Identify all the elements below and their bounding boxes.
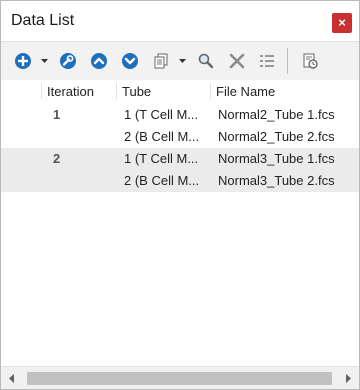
data-grid: Iteration Tube File Name 1 1 (T Cell M..… xyxy=(1,80,359,366)
find-button[interactable] xyxy=(196,51,216,71)
add-dropdown-icon xyxy=(40,58,48,63)
wrench-icon xyxy=(60,53,76,69)
scroll-left-button[interactable] xyxy=(5,371,19,385)
tube-cell: 2 (B Cell M... xyxy=(124,129,200,144)
copy-button[interactable] xyxy=(151,51,171,71)
grid-header: Iteration Tube File Name xyxy=(1,80,359,102)
add-button[interactable] xyxy=(13,51,33,71)
title-bar: Data List × xyxy=(1,1,359,41)
copy-dropdown-icon xyxy=(178,58,186,63)
table-row[interactable]: 1 1 (T Cell M... Normal2_Tube 1.fcs xyxy=(1,104,359,126)
copy-dropdown-button[interactable] xyxy=(177,51,187,71)
move-up-icon xyxy=(91,53,107,69)
search-icon xyxy=(198,53,214,69)
add-dropdown-button[interactable] xyxy=(39,51,49,71)
file-name-cell: Normal2_Tube 1.fcs xyxy=(218,107,335,122)
settings-button[interactable] xyxy=(58,51,78,71)
table-row[interactable]: 2 (B Cell M... Normal2_Tube 2.fcs xyxy=(1,126,359,148)
table-row[interactable]: 2 (B Cell M... Normal3_Tube 2.fcs xyxy=(1,170,359,192)
delete-icon xyxy=(229,53,245,69)
column-separator[interactable] xyxy=(41,83,42,99)
close-icon: × xyxy=(338,15,346,30)
iteration-cell: 2 xyxy=(53,151,61,166)
tube-cell: 1 (T Cell M... xyxy=(124,107,199,122)
move-up-button[interactable] xyxy=(89,51,109,71)
file-name-cell: Normal2_Tube 2.fcs xyxy=(218,129,335,144)
file-name-cell: Normal3_Tube 2.fcs xyxy=(218,173,335,188)
tube-cell: 2 (B Cell M... xyxy=(124,173,200,188)
scrollbar-thumb[interactable] xyxy=(27,372,332,385)
chevron-left-icon xyxy=(9,373,14,383)
column-header-iteration[interactable]: Iteration xyxy=(47,84,94,99)
toolbar xyxy=(1,41,359,81)
move-down-icon xyxy=(122,53,138,69)
horizontal-scrollbar[interactable] xyxy=(1,366,359,389)
column-header-tube[interactable]: Tube xyxy=(122,84,151,99)
clock-document-icon xyxy=(303,53,318,69)
file-name-cell: Normal3_Tube 1.fcs xyxy=(218,151,335,166)
list-button[interactable] xyxy=(257,51,277,71)
window-title: Data List xyxy=(11,12,75,29)
history-button[interactable] xyxy=(300,51,320,71)
delete-button[interactable] xyxy=(227,51,247,71)
column-header-file-name[interactable]: File Name xyxy=(216,84,275,99)
move-down-button[interactable] xyxy=(120,51,140,71)
table-row[interactable]: 2 1 (T Cell M... Normal3_Tube 1.fcs xyxy=(1,148,359,170)
toolbar-separator xyxy=(287,48,288,74)
tube-cell: 1 (T Cell M... xyxy=(124,151,199,166)
scroll-right-button[interactable] xyxy=(341,371,355,385)
data-list-window: Data List × Iteration Tube File Name 1 1… xyxy=(0,0,360,390)
add-icon xyxy=(15,53,31,69)
column-separator[interactable] xyxy=(116,83,117,99)
chevron-right-icon xyxy=(346,373,351,383)
column-separator[interactable] xyxy=(210,83,211,99)
list-icon xyxy=(260,55,274,67)
copy-icon xyxy=(154,53,168,69)
iteration-cell: 1 xyxy=(53,107,61,122)
close-button[interactable]: × xyxy=(332,13,352,33)
